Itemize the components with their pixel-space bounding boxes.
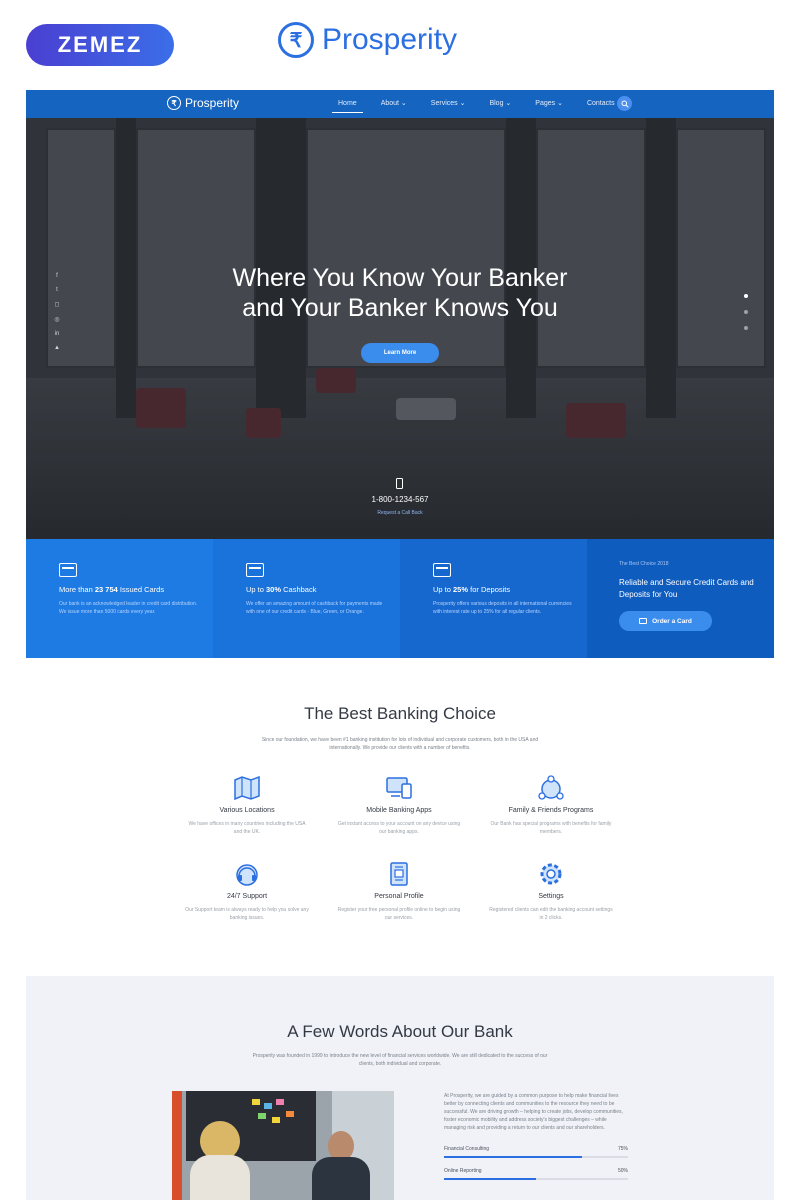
benefit-item: Personal Profile Register your free pers… <box>323 861 475 922</box>
benefit-text: We have offices in many countries includ… <box>188 821 306 835</box>
phone-number[interactable]: 1-800-1234-567 <box>26 495 774 504</box>
feature-deposits: Up to 25% for Deposits Prosperity offers… <box>400 539 587 658</box>
map-icon <box>233 775 261 801</box>
wallet-icon <box>246 563 264 577</box>
nav-item-blog[interactable]: Blog ⌄ <box>477 90 523 118</box>
progress-fill <box>444 1178 536 1180</box>
benefit-item: Family & Friends Programs Our Bank has s… <box>475 775 627 836</box>
search-icon <box>621 100 629 108</box>
prosperity-brand: ₹ Prosperity <box>278 22 457 58</box>
document-icon <box>385 861 413 887</box>
features-strip: More than 23 754 Issued Cards Our bank i… <box>26 539 774 658</box>
benefit-text: Registered clients can edit the banking … <box>489 907 613 921</box>
about-section: A Few Words About Our Bank Prosperity wa… <box>26 976 774 1200</box>
benefit-title: Mobile Banking Apps <box>366 807 432 814</box>
benefits-grid: Various Locations We have offices in man… <box>171 775 629 922</box>
feature-text: Our bank is an acknowledged leader in cr… <box>59 601 198 615</box>
feature-title: Up to 25% for Deposits <box>433 585 511 594</box>
progress-financial-consulting: Financial Consulting 75% <box>444 1146 628 1158</box>
office-photo <box>172 1091 394 1200</box>
benefit-item: Various Locations We have offices in man… <box>171 775 323 836</box>
gear-icon <box>537 861 565 887</box>
linkedin-icon[interactable]: in <box>53 331 61 337</box>
best-banking-subtitle: Since our foundation, we have been #1 ba… <box>261 737 539 751</box>
benefit-item: Mobile Banking Apps Get instant access t… <box>323 775 475 836</box>
best-banking-title: The Best Banking Choice <box>304 704 496 723</box>
best-banking-section: The Best Banking Choice Since our founda… <box>26 658 774 976</box>
progress-online-reporting: Online Reporting 50% <box>444 1168 628 1180</box>
cards-icon <box>433 563 451 577</box>
order-card-button[interactable]: Order a Card <box>619 611 712 631</box>
rupee-icon: ₹ <box>278 22 314 58</box>
benefit-text: Get instant access to your account on an… <box>337 821 461 835</box>
feature-issued-cards: More than 23 754 Issued Cards Our bank i… <box>26 539 213 658</box>
search-button[interactable] <box>617 96 632 111</box>
rupee-icon: ₹ <box>167 96 181 110</box>
feature-text: Prosperity offers various deposits in al… <box>433 601 572 615</box>
learn-more-button[interactable]: Learn More <box>361 343 439 363</box>
nav-menu: Home About ⌄ Services ⌄ Blog ⌄ Pages ⌄ C… <box>326 90 627 118</box>
order-card-label: Order a Card <box>652 617 692 625</box>
benefit-item: Settings Registered clients can edit the… <box>475 861 627 922</box>
main-nav: ₹ Prosperity Home About ⌄ Services ⌄ Blo… <box>26 90 774 118</box>
feature-title: More than 23 754 Issued Cards <box>59 585 165 594</box>
progress-value: 75% <box>617 1146 628 1152</box>
devices-icon <box>385 775 413 801</box>
about-title: A Few Words About Our Bank <box>287 1022 513 1041</box>
benefit-title: Family & Friends Programs <box>508 807 594 814</box>
benefit-title: Settings <box>538 893 564 900</box>
slider-dot[interactable] <box>744 326 748 330</box>
zemez-logo[interactable]: ZEMEZ <box>26 24 174 66</box>
benefit-text: Register your free personal profile onli… <box>337 907 461 921</box>
nav-item-about[interactable]: About ⌄ <box>369 90 419 118</box>
progress-track <box>444 1178 628 1180</box>
feature-title: Up to 30% Cashback <box>246 585 317 594</box>
nav-item-services[interactable]: Services ⌄ <box>419 90 478 118</box>
benefit-title: 24/7 Support <box>226 893 268 900</box>
credit-card-icon <box>59 563 77 577</box>
benefit-title: Various Locations <box>219 807 275 814</box>
hero-section: f t ◻ ◎ in ▲ Where You Know Your Banker … <box>26 118 774 539</box>
nav-item-pages[interactable]: Pages ⌄ <box>523 90 575 118</box>
progress-value: 50% <box>617 1168 628 1174</box>
hero-title: Where You Know Your Banker and Your Bank… <box>26 263 774 323</box>
benefit-item: 24/7 Support Our Support team is always … <box>171 861 323 922</box>
site-preview: ₹ Prosperity Home About ⌄ Services ⌄ Blo… <box>26 90 774 1200</box>
slider-dot[interactable] <box>744 294 748 298</box>
about-subtitle: Prosperity was founded in 1999 to introd… <box>252 1053 548 1067</box>
progress-label: Financial Consulting <box>444 1146 490 1152</box>
hero-overlay <box>26 118 774 539</box>
card-offer: The Best Choice 2018 Reliable and Secure… <box>587 539 774 658</box>
feature-cashback: Up to 30% Cashback We offer an amazing a… <box>213 539 400 658</box>
benefit-text: Our Support team is always ready to help… <box>185 907 309 921</box>
request-callback-link[interactable]: Request a Call Back <box>26 510 774 516</box>
card-offer-tag: The Best Choice 2018 <box>619 561 669 567</box>
top-banner: ZEMEZ ₹ Prosperity <box>0 0 800 90</box>
benefit-title: Personal Profile <box>374 893 424 900</box>
hero-title-line2: and Your Banker Knows You <box>242 294 558 322</box>
snapchat-icon[interactable]: ▲ <box>53 345 61 351</box>
family-icon <box>537 775 565 801</box>
feature-text: We offer an amazing amount of cashback f… <box>246 601 383 615</box>
slider-dot[interactable] <box>744 310 748 314</box>
nav-logo-text: Prosperity <box>185 96 240 110</box>
nav-logo[interactable]: ₹ Prosperity <box>167 96 239 110</box>
headset-icon <box>233 861 261 887</box>
benefit-text: Our Bank has special programs with benef… <box>490 821 612 835</box>
hero-title-line1: Where You Know Your Banker <box>232 264 568 292</box>
progress-fill <box>444 1156 582 1158</box>
nav-item-home[interactable]: Home <box>326 90 369 118</box>
progress-label: Online Reporting <box>444 1168 482 1174</box>
brand-name: Prosperity <box>322 23 458 56</box>
slider-pagination <box>744 294 748 330</box>
about-text: At Prosperity, we are guided by a common… <box>444 1093 623 1131</box>
phone-icon <box>396 478 403 489</box>
card-icon <box>639 618 648 624</box>
card-offer-headline: Reliable and Secure Credit Cards and Dep… <box>619 578 754 599</box>
progress-track <box>444 1156 628 1158</box>
